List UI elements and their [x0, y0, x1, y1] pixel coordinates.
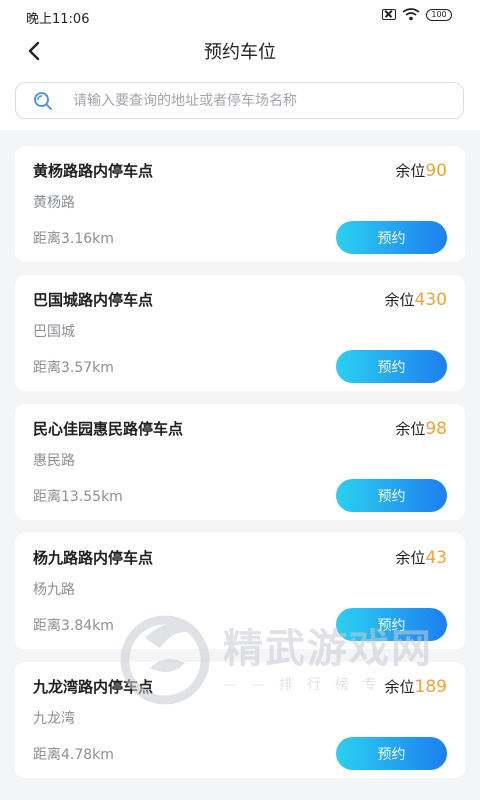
parking-distance: 距离3.84km: [33, 618, 114, 634]
parking-road: 黄杨路: [33, 195, 75, 211]
parking-name: 民心佳园惠民路停车点: [33, 420, 184, 438]
wifi-icon: [402, 8, 420, 21]
remain-label: 余位: [395, 420, 426, 438]
remain-label: 余位: [395, 162, 426, 180]
remain-count: 189: [414, 677, 447, 697]
top-area: 晚上11:06 100 预约车位: [0, 0, 480, 130]
status-bar: 晚上11:06 100: [0, 0, 480, 32]
parking-name: 杨九路路内停车点: [33, 549, 154, 567]
parking-distance: 距离13.55km: [33, 489, 123, 505]
search-bar[interactable]: [15, 82, 464, 119]
parking-distance: 距离3.57km: [33, 360, 114, 376]
parking-name: 黄杨路路内停车点: [33, 162, 154, 180]
parking-distance: 距离4.78km: [33, 747, 114, 763]
nav-bar: 预约车位: [0, 32, 480, 72]
search-icon: [34, 91, 52, 110]
parking-name: 九龙湾路内停车点: [33, 678, 154, 696]
parking-road: 巴国城: [33, 324, 75, 340]
status-time: 晚上11:06: [26, 12, 90, 27]
parking-card[interactable]: 巴国城路内停车点 巴国城 距离3.57km 余位430 预约: [15, 275, 465, 391]
parking-card[interactable]: 民心佳园惠民路停车点 惠民路 距离13.55km 余位98 预约: [15, 404, 465, 520]
parking-card[interactable]: 九龙湾路内停车点 九龙湾 距离4.78km 余位189 预约: [15, 662, 465, 778]
status-icons: 100: [382, 8, 452, 21]
search-input[interactable]: [71, 91, 445, 110]
no-sim-icon: [382, 9, 396, 20]
remain-label: 余位: [384, 291, 415, 309]
reserve-button[interactable]: 预约: [336, 608, 447, 641]
remaining-spots: 余位430: [385, 289, 447, 310]
page-title: 预约车位: [204, 42, 276, 63]
remaining-spots: 余位90: [395, 160, 447, 181]
parking-road: 惠民路: [33, 453, 75, 469]
parking-name: 巴国城路内停车点: [33, 291, 154, 309]
reserve-button[interactable]: 预约: [336, 737, 447, 770]
parking-card[interactable]: 杨九路路内停车点 杨九路 距离3.84km 余位43 预约: [15, 533, 465, 649]
parking-road: 杨九路: [33, 582, 75, 598]
parking-distance: 距离3.16km: [33, 231, 114, 247]
remain-count: 90: [425, 161, 447, 181]
remain-count: 430: [414, 290, 447, 310]
parking-card[interactable]: 黄杨路路内停车点 黄杨路 距离3.16km 余位90 预约: [15, 146, 465, 262]
parking-road: 九龙湾: [33, 711, 75, 727]
remain-label: 余位: [384, 678, 415, 696]
remaining-spots: 余位98: [395, 418, 447, 439]
remain-count: 98: [425, 419, 447, 439]
reserve-button[interactable]: 预约: [336, 350, 447, 383]
battery-icon: 100: [426, 8, 452, 21]
reserve-button[interactable]: 预约: [336, 479, 447, 512]
remaining-spots: 余位189: [385, 676, 447, 697]
remaining-spots: 余位43: [395, 547, 447, 568]
remain-label: 余位: [395, 549, 426, 567]
reserve-button[interactable]: 预约: [336, 221, 447, 254]
remain-count: 43: [425, 548, 447, 568]
